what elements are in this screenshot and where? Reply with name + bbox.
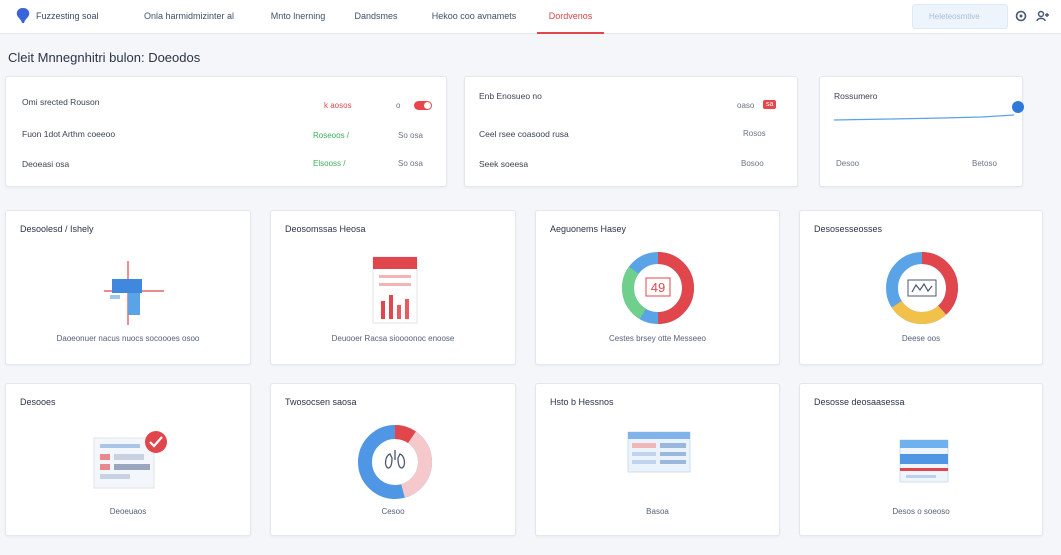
- nav-tab-3-label: Dandsmes: [354, 11, 398, 21]
- summary-row-value: Rosos: [743, 129, 766, 138]
- sparkline-chart: [833, 101, 1024, 121]
- widget-caption: Cestes brsey otte Messeeo: [609, 334, 706, 343]
- trend-foot-left: Desoo: [836, 159, 860, 168]
- checklist-icon: [93, 431, 167, 489]
- nav-tab-4-label: Hekoo coo avnamets: [431, 11, 517, 21]
- summary-card-status: Omi srected Rouson k aosos o Fuon 1dot A…: [5, 76, 447, 187]
- summary-card-metrics: Enb Enosueo no oaso sa Ceel rsee coasood…: [464, 76, 798, 187]
- summary-row-value: Roseoos /: [313, 131, 350, 140]
- nav-tab-5[interactable]: Dordvenos: [537, 0, 604, 34]
- widget-title: Aeguonems Hasey: [550, 224, 627, 234]
- page-title: Cleit Mnnegnhitri bulon: Doeodos: [8, 50, 201, 65]
- status-toggle[interactable]: [414, 101, 432, 110]
- nav-tab-5-label: Dordvenos: [548, 11, 593, 21]
- nav-tab-1-label: Onla harmidmizinter al: [143, 11, 235, 21]
- user-settings-icon[interactable]: [1036, 9, 1050, 23]
- nav-tab-2-label: Mnto lnerning: [270, 11, 326, 21]
- table-screen-icon: [627, 431, 691, 473]
- lungs-donut-icon: [358, 425, 432, 499]
- widget-caption: Desos o soeoso: [892, 507, 950, 516]
- widget-title: Desooes: [20, 397, 56, 407]
- nav-tab-4[interactable]: Hekoo coo avnamets: [414, 0, 534, 34]
- alert-badge: sa: [763, 100, 777, 109]
- summary-row-label: Omi srected Rouson: [22, 97, 100, 107]
- calendar-bars-icon: [372, 256, 418, 324]
- donut-chart-icon: 49: [622, 252, 694, 324]
- document-stack-icon: [899, 439, 949, 483]
- widget-card[interactable]: Deosomssas Heosa Deuooer Racsa sioooonoc…: [270, 210, 516, 365]
- widget-title: Hsto b Hessnos: [550, 397, 614, 407]
- summary-row-label: Fuon 1dot Arthm coeeoo: [22, 129, 116, 139]
- brand-logo-icon[interactable]: [14, 7, 32, 25]
- widget-card[interactable]: Desosse deosaasessa Desos o soeoso: [799, 383, 1043, 536]
- nav-tab-1[interactable]: Onla harmidmizinter al: [128, 0, 250, 34]
- summary-card-trend: Rossumero Desoo Betoso: [819, 76, 1024, 187]
- summary-row-action[interactable]: So osa: [398, 159, 423, 168]
- brand-name: Fuzzesting soal: [36, 11, 99, 21]
- sparkline-marker[interactable]: [1012, 101, 1024, 113]
- summary-row-value: oaso: [737, 101, 755, 110]
- widget-card[interactable]: Desoolesd / Ishely Daoeonuer nacus nuocs…: [5, 210, 251, 365]
- widget-title: Desosesseosses: [814, 224, 883, 234]
- widget-title: Desoolesd / Ishely: [20, 224, 94, 234]
- nav-tab-2[interactable]: Mnto lnerning: [256, 0, 340, 34]
- widget-card[interactable]: Hsto b Hessnos Basoa: [535, 383, 780, 536]
- donut-center-value: 49: [651, 280, 665, 295]
- search-placeholder: Heleteosmtive: [929, 12, 980, 21]
- widget-title: Desosse deosaasessa: [814, 397, 905, 407]
- widget-caption: Basoa: [646, 507, 669, 516]
- widget-card[interactable]: Twosocsen saosa Cesoo: [270, 383, 516, 536]
- widget-card[interactable]: Desooes Deoeuaos: [5, 383, 251, 536]
- search-input[interactable]: Heleteosmtive: [912, 4, 1008, 29]
- widget-title: Twosocsen saosa: [285, 397, 357, 407]
- crosshair-chart-icon: [104, 261, 164, 325]
- summary-row-action[interactable]: o: [396, 101, 400, 110]
- summary-row-label: Deoeasi osa: [22, 159, 70, 169]
- widget-caption: Deoeuaos: [109, 507, 147, 516]
- summary-row-value: k aosos: [324, 101, 352, 110]
- widget-caption: Deuooer Racsa sioooonoc enoose: [331, 334, 455, 343]
- summary-row-value: Bosoo: [741, 159, 764, 168]
- donut-chart-icon: [886, 252, 958, 324]
- summary-row-label: Seek soeesa: [479, 159, 529, 169]
- widget-caption: Cesoo: [381, 507, 405, 516]
- summary-row-action[interactable]: So osa: [398, 131, 423, 140]
- widget-card[interactable]: Aeguonems Hasey 49 Cestes brsey otte Mes…: [535, 210, 780, 365]
- widget-title: Deosomssas Heosa: [285, 224, 366, 234]
- top-bar: Fuzzesting soal Onla harmidmizinter al M…: [0, 0, 1061, 34]
- widget-caption: Daoeonuer nacus nuocs socoooes osoo: [56, 334, 200, 343]
- nav-tab-3[interactable]: Dandsmes: [344, 0, 408, 34]
- trend-foot-right: Betoso: [972, 159, 997, 168]
- settings-icon[interactable]: [1014, 9, 1028, 23]
- summary-row-label: Enb Enosueo no: [479, 91, 542, 101]
- widget-card[interactable]: Desosesseosses Deese oos: [799, 210, 1043, 365]
- summary-row-label: Ceel rsee coasood rusa: [479, 129, 569, 139]
- widget-caption: Deese oos: [901, 334, 941, 343]
- summary-row-value: Elsooss /: [313, 159, 346, 168]
